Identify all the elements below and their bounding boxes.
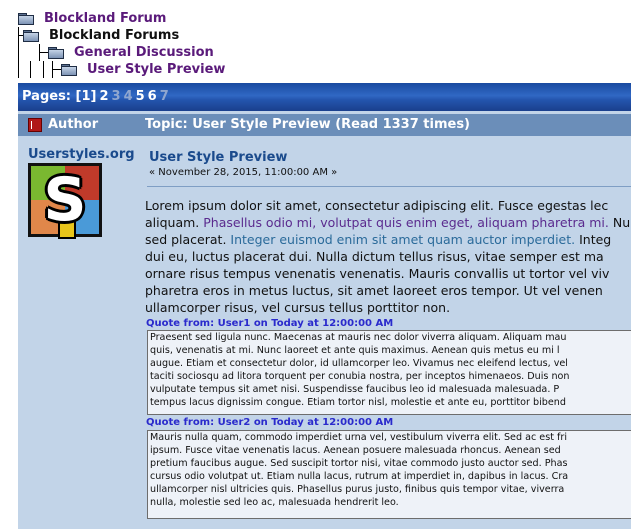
post-body-line: pharetra eros in metus luctus, sit amet …: [145, 282, 631, 299]
quote-line: vulputate tempus sit amet nisi. Suspendi…: [150, 384, 560, 395]
quote-line: ipsum. Fusce vitae venenatis lacus. Aene…: [150, 445, 561, 456]
page-link-2[interactable]: 2: [99, 89, 108, 104]
page-link-3[interactable]: 3: [112, 89, 121, 104]
folder-icon: [18, 13, 34, 25]
breadcrumb-label[interactable]: Blockland Forums: [49, 28, 179, 43]
page-link-6[interactable]: 6: [148, 89, 157, 104]
post-body-link[interactable]: Phasellus odio mi, volutpat quis enim eg…: [203, 215, 609, 230]
breadcrumb-label[interactable]: General Discussion: [74, 45, 214, 60]
quote-line: taciti sociosqu ad litora torquent per c…: [150, 371, 570, 382]
pagination-bar: Pages: [1] 2 3 4 5 6 7: [18, 83, 631, 111]
quote-box-1: Praesent sed ligula nunc. Maecenas at ma…: [147, 330, 631, 415]
folder-icon: [23, 30, 39, 42]
author-header: Author: [28, 117, 98, 132]
page-link-1: [1]: [75, 89, 97, 104]
topic-header-bar: Author Topic: User Style Preview (Read 1…: [18, 114, 631, 136]
breadcrumb-item-general-discussion[interactable]: General Discussion: [18, 44, 225, 61]
pages-list: [1] 2 3 4 5 6 7: [76, 89, 172, 104]
topic-panel: Pages: [1] 2 3 4 5 6 7 Author Topic: User Styl…: [18, 83, 631, 529]
post-body-line: ornare risus tempus venenatis venenatis.…: [145, 265, 631, 282]
breadcrumb-label[interactable]: Blockland Forum: [44, 11, 166, 26]
quote-header-1[interactable]: Quote from: User1 on Today at 12:00:00 A…: [146, 318, 393, 329]
page-link-4[interactable]: 4: [124, 89, 133, 104]
quote-line: Mauris nulla quam, commodo imperdiet urn…: [150, 432, 567, 443]
quote-line: nulla, molestie sed leo ac, malesuada he…: [150, 497, 399, 508]
post-body-link[interactable]: Integer euismod enim sit amet quam aucto…: [230, 232, 575, 247]
avatar-letter: S: [43, 165, 87, 235]
post-body-text: dui eu, luctus placerat dui. Nulla dictu…: [145, 249, 604, 264]
author-label: Author: [48, 117, 99, 132]
post-body-text: pharetra eros in metus luctus, sit amet …: [145, 283, 603, 298]
breadcrumb-label[interactable]: User Style Preview: [87, 62, 225, 77]
quote-header-2[interactable]: Quote from: User2 on Today at 12:00:00 A…: [146, 417, 393, 428]
page-link-5[interactable]: 5: [136, 89, 145, 104]
folder-icon: [48, 47, 64, 59]
quote-line: ullamcorper nisl ultricies quis. Phasell…: [150, 484, 565, 495]
topic-header: Topic: User Style Preview (Read 1337 tim…: [145, 117, 470, 132]
book-icon: [28, 117, 42, 132]
post-body-line: Lorem ipsum dolor sit amet, consectetur …: [145, 197, 631, 214]
post-date: « November 28, 2015, 11:00:00 AM »: [149, 167, 338, 178]
post-title-link[interactable]: User Style Preview: [149, 150, 287, 165]
pages-label: Pages:: [22, 89, 72, 104]
post-body-line: aliquam. Phasellus odio mi, volutpat qui…: [145, 214, 631, 231]
quote-line: augue. Etiam et consectetur dolor, id ul…: [150, 358, 568, 369]
post-body-text: Nu: [608, 215, 631, 230]
post-body-line: dui eu, luctus placerat dui. Nulla dictu…: [145, 248, 631, 265]
post-body-text: Integ: [575, 232, 612, 247]
page-link-7[interactable]: 7: [160, 89, 169, 104]
post-body-line: ullamcorper risus, vel cursus tellus por…: [145, 299, 631, 316]
breadcrumb-item-blockland-forum[interactable]: Blockland Forum: [18, 10, 225, 27]
post-body-text: Lorem ipsum dolor sit amet, consectetur …: [145, 198, 609, 213]
breadcrumb-tree: Blockland Forum Blockland Forums General…: [18, 10, 225, 78]
post-body-line: sed placerat. Integer euismod enim sit a…: [145, 231, 631, 248]
post-body-text: sed placerat.: [145, 232, 231, 247]
quote-line: cursus odio volutpat ut. Etiam nulla lac…: [150, 471, 569, 482]
quote-line: quis, venenatis at mi. Nunc laoreet et a…: [150, 345, 560, 356]
post-body-text: ornare risus tempus venenatis venenatis.…: [145, 266, 610, 281]
quote-box-2: Mauris nulla quam, commodo imperdiet urn…: [147, 430, 631, 519]
post-body-text: aliquam.: [145, 215, 204, 230]
folder-icon: [61, 64, 77, 76]
post-body-text: ullamcorper risus, vel cursus tellus por…: [145, 300, 451, 315]
quote-line: pretium faucibus augue. Sed suscipit tor…: [150, 458, 568, 469]
avatar: S: [28, 163, 102, 239]
poster-name-link[interactable]: Userstyles.org: [28, 147, 135, 162]
quote-line: tempus lacus dignissim congue. Etiam tor…: [150, 397, 566, 408]
breadcrumb-item-blockland-forums[interactable]: Blockland Forums: [18, 27, 225, 44]
breadcrumb-item-user-style-preview[interactable]: User Style Preview: [18, 61, 225, 78]
post-body: Lorem ipsum dolor sit amet, consectetur …: [145, 197, 631, 316]
quote-line: Praesent sed ligula nunc. Maecenas at ma…: [150, 332, 567, 343]
post-separator: [147, 186, 631, 187]
